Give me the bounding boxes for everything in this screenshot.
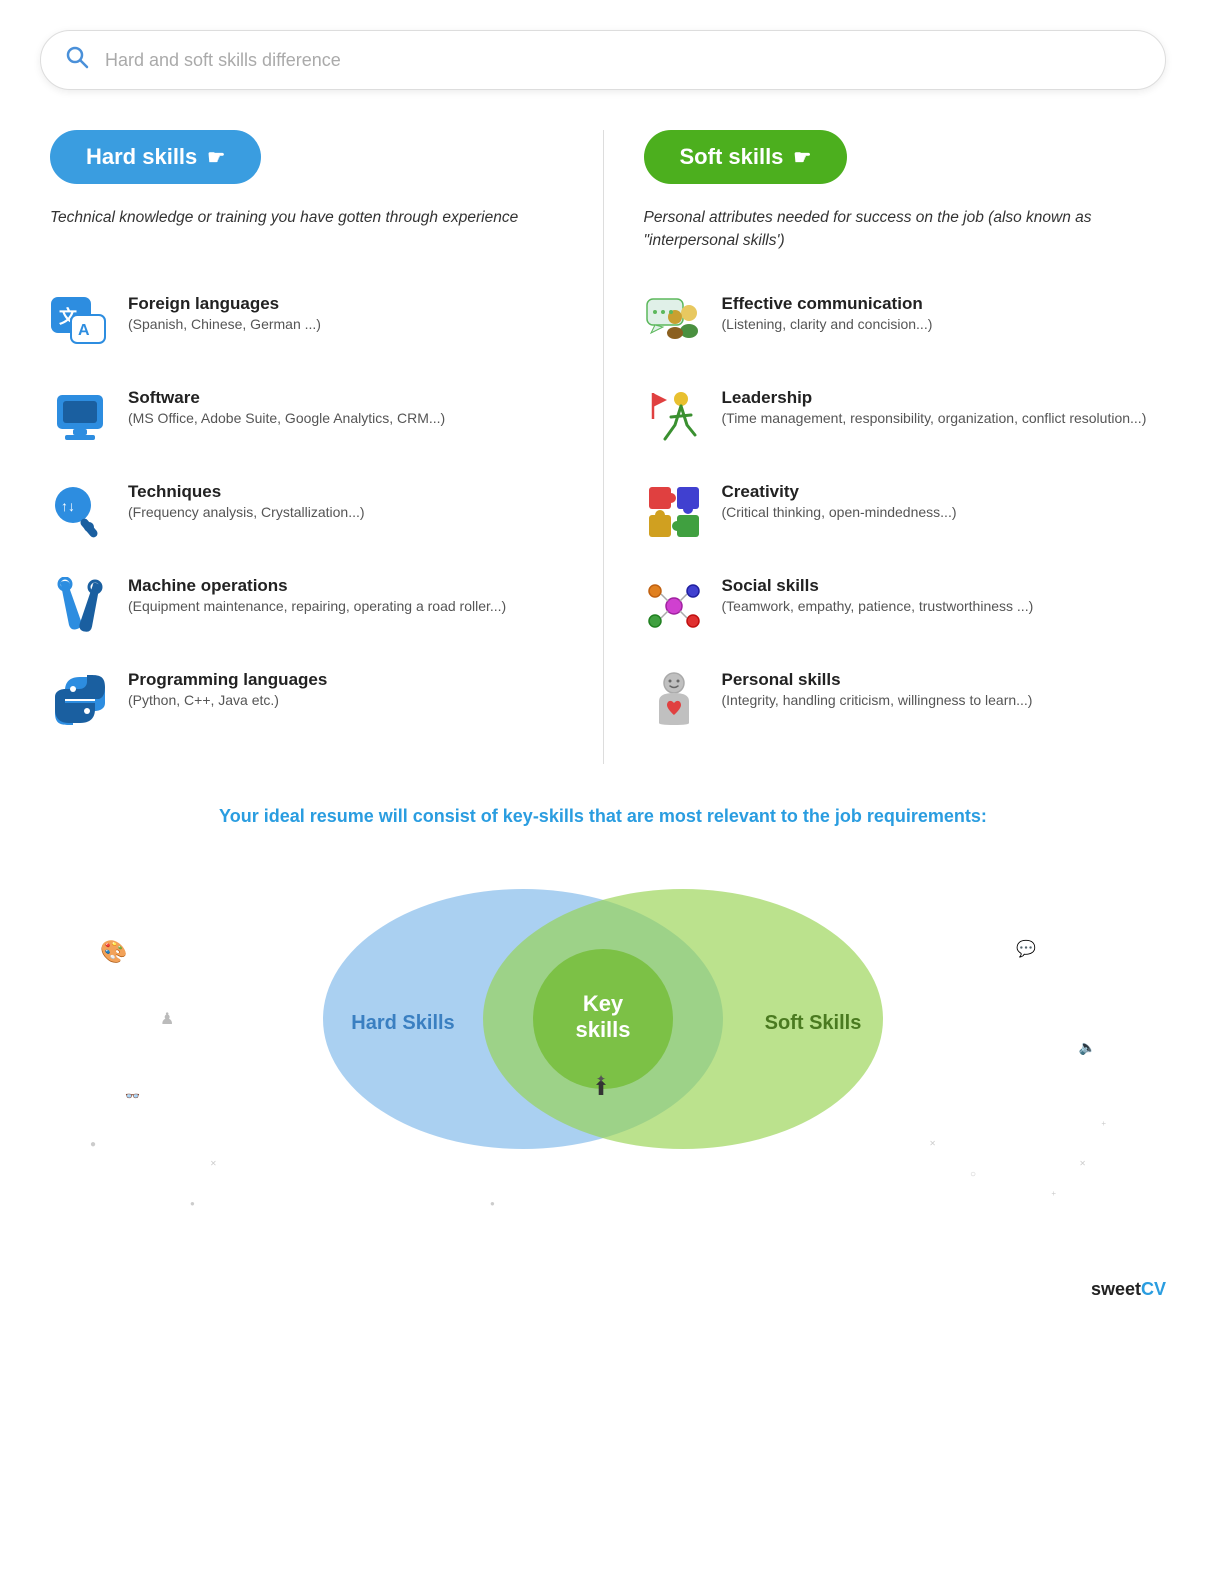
svg-text:skills: skills [575,1017,630,1042]
svg-text:✦: ✦ [596,1072,606,1086]
machine-operations-title: Machine operations [128,576,563,596]
personal-skills-title: Personal skills [722,670,1157,690]
programming-title: Programming languages [128,670,563,690]
programming-subtitle: (Python, C++, Java etc.) [128,692,563,708]
personal-skills-icon [644,670,704,730]
foreign-languages-subtitle: (Spanish, Chinese, German ...) [128,316,563,332]
deco-glasses: 👓 [125,1089,140,1103]
hard-skills-badge: Hard skills ☛ [50,130,261,184]
leadership-title: Leadership [722,388,1157,408]
skill-item-software: Software (MS Office, Adobe Suite, Google… [50,388,563,448]
communication-icon [644,294,704,354]
personal-skills-subtitle: (Integrity, handling criticism, willingn… [722,692,1157,708]
software-text: Software (MS Office, Adobe Suite, Google… [128,388,563,426]
deco-x1: ✕ [1079,1159,1086,1168]
soft-skills-column: Soft skills ☛ Personal attributes needed… [604,130,1157,764]
sweet-text: sweet [1091,1279,1141,1299]
deco-plus2: + [1101,1119,1106,1128]
venn-hard-label: Hard Skills [351,1012,454,1034]
search-icon [65,45,89,75]
skill-item-programming: Programming languages (Python, C++, Java… [50,670,563,730]
skill-item-personal: Personal skills (Integrity, handling cri… [644,670,1157,730]
cursor-icon-hard: ☛ [207,145,225,170]
deco-circle1: ○ [970,1169,976,1180]
venn-soft-label: Soft Skills [765,1012,862,1034]
hard-skills-label: Hard skills [86,144,197,170]
skill-item-leadership: Leadership (Time management, responsibil… [644,388,1157,448]
foreign-languages-title: Foreign languages [128,294,563,314]
software-title: Software [128,388,563,408]
leadership-text: Leadership (Time management, responsibil… [722,388,1157,426]
deco-dot2: ✕ [210,1159,217,1168]
software-subtitle: (MS Office, Adobe Suite, Google Analytic… [128,410,563,426]
deco-dot3: ● [190,1199,195,1208]
leadership-icon [644,388,704,448]
techniques-title: Techniques [128,482,563,502]
deco-dot1: ● [90,1139,96,1150]
venn-section: Your ideal resume will consist of key-sk… [50,804,1156,1239]
creativity-text: Creativity (Critical thinking, open-mind… [722,482,1157,520]
search-bar-container: Hard and soft skills difference [0,0,1206,110]
techniques-text: Techniques (Frequency analysis, Crystall… [128,482,563,520]
venn-title: Your ideal resume will consist of key-sk… [70,804,1136,829]
soft-skills-badge: Soft skills ☛ [644,130,848,184]
deco-speaker: 🔈 [1079,1039,1096,1056]
soft-skills-header: Soft skills ☛ [644,130,1157,184]
hard-skills-description: Technical knowledge or training you have… [50,206,563,266]
communication-subtitle: (Listening, clarity and concision...) [722,316,1157,332]
svg-text:Key: Key [583,991,624,1016]
soft-skills-label: Soft skills [680,144,784,170]
deco-chat: 💬 [1016,939,1036,959]
skill-item-creativity: Creativity (Critical thinking, open-mind… [644,482,1157,542]
skill-item-techniques: ↑↓ Techniques (Frequency analysis, Cryst… [50,482,563,542]
deco-dot4: ● [490,1199,495,1208]
machine-operations-subtitle: (Equipment maintenance, repairing, opera… [128,598,563,614]
search-bar[interactable]: Hard and soft skills difference [40,30,1166,90]
soft-skills-description: Personal attributes needed for success o… [644,206,1157,266]
social-skills-subtitle: (Teamwork, empathy, patience, trustworth… [722,598,1157,614]
skill-item-social: Social skills (Teamwork, empathy, patien… [644,576,1157,636]
venn-svg: Hard Skills Soft Skills Key skills ⬆ ✦ [253,869,953,1169]
deco-plus1: + [1051,1189,1056,1198]
software-icon [50,388,110,448]
creativity-subtitle: (Critical thinking, open-mindedness...) [722,504,1157,520]
cv-text: CV [1141,1279,1166,1299]
social-skills-icon [644,576,704,636]
venn-diagram-area: 🎨 ♟ 👓 ● ✕ ● ● ✕ 💬 🔈 ○ + + ✕ Hard Skills [70,859,1136,1239]
communication-text: Effective communication (Listening, clar… [722,294,1157,332]
skill-item-foreign-languages: 文 A Foreign languages (Spanish, Chinese,… [50,294,563,354]
skill-item-communication: Effective communication (Listening, clar… [644,294,1157,354]
programming-text: Programming languages (Python, C++, Java… [128,670,563,708]
personal-skills-text: Personal skills (Integrity, handling cri… [722,670,1157,708]
leadership-subtitle: (Time management, responsibility, organi… [722,410,1157,426]
social-skills-text: Social skills (Teamwork, empathy, patien… [722,576,1157,614]
foreign-languages-text: Foreign languages (Spanish, Chinese, Ger… [128,294,563,332]
cursor-icon-soft: ☛ [793,145,811,170]
techniques-icon: ↑↓ [50,482,110,542]
social-skills-title: Social skills [722,576,1157,596]
machine-operations-icon [50,576,110,636]
search-placeholder: Hard and soft skills difference [105,50,341,71]
hard-skills-header: Hard skills ☛ [50,130,563,184]
two-col-layout: Hard skills ☛ Technical knowledge or tra… [50,130,1156,764]
creativity-icon [644,482,704,542]
foreign-languages-icon: 文 A [50,294,110,354]
deco-palette: 🎨 [100,939,127,965]
svg-text:↑↓: ↑↓ [61,498,75,514]
communication-title: Effective communication [722,294,1157,314]
machine-operations-text: Machine operations (Equipment maintenanc… [128,576,563,614]
sweetcv-branding: sweetCV [0,1269,1206,1320]
skill-item-machine-operations: Machine operations (Equipment maintenanc… [50,576,563,636]
deco-chess: ♟ [160,1009,174,1029]
hard-skills-column: Hard skills ☛ Technical knowledge or tra… [50,130,604,764]
svg-text:A: A [78,322,90,339]
programming-icon [50,670,110,730]
main-content: Hard skills ☛ Technical knowledge or tra… [0,110,1206,1269]
techniques-subtitle: (Frequency analysis, Crystallization...) [128,504,563,520]
creativity-title: Creativity [722,482,1157,502]
